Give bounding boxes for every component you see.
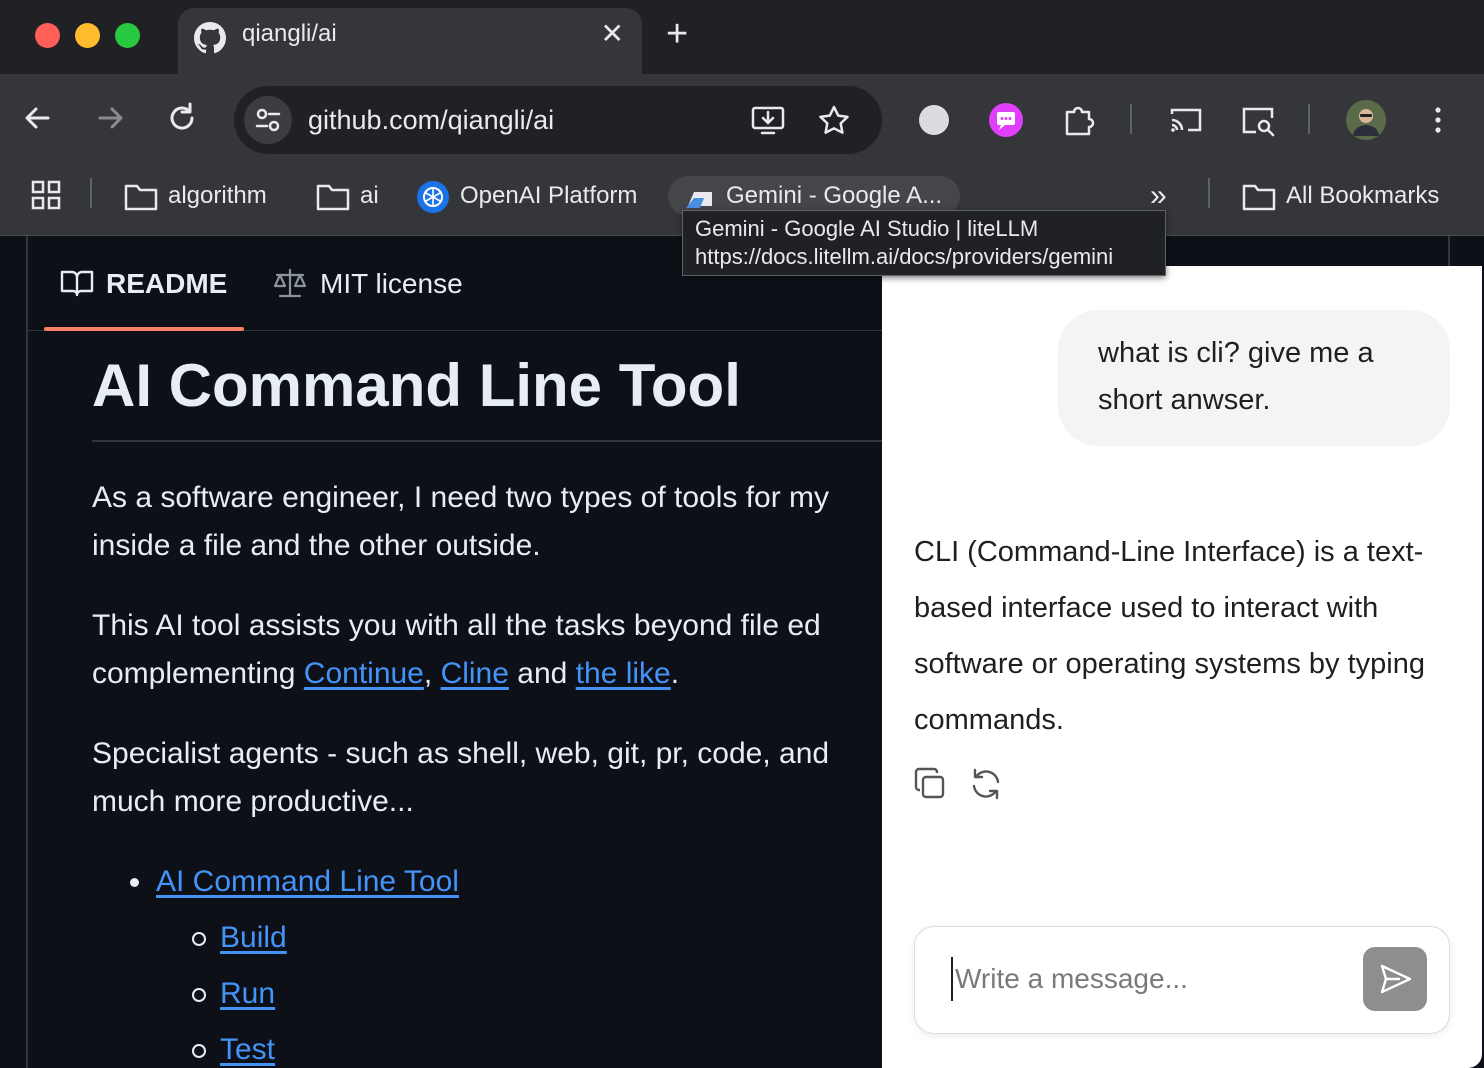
tab-qiangli-ai[interactable]: qiangli/ai ✕ <box>178 8 642 74</box>
user-message-bubble: what is cli? give me a short anwser. <box>1058 310 1450 446</box>
fullscreen-window-button[interactable] <box>115 23 140 48</box>
toc-link[interactable]: Test <box>220 1033 275 1066</box>
active-tab-underline <box>44 327 244 331</box>
bookmarks-divider <box>1208 178 1210 208</box>
bookmark-openai-platform[interactable]: OpenAI Platform <box>416 176 637 216</box>
tooltip-title: Gemini - Google AI Studio | liteLLM <box>695 216 1039 241</box>
message-input[interactable] <box>951 957 1351 1001</box>
bookmark-star-icon[interactable] <box>816 104 852 136</box>
folder-icon <box>1242 184 1276 210</box>
address-bar[interactable]: github.com/qiangli/ai <box>234 86 882 154</box>
back-arrow-icon[interactable] <box>16 96 60 140</box>
all-bookmarks-label: All Bookmarks <box>1286 182 1440 209</box>
link-the-like[interactable]: the like <box>576 657 671 690</box>
toc-link[interactable]: AI Command Line Tool <box>156 865 459 898</box>
more-menu-icon[interactable] <box>1420 102 1456 138</box>
copy-icon[interactable] <box>912 766 948 802</box>
assistant-message: CLI (Command-Line Interface) is a text-b… <box>914 536 1425 736</box>
openai-icon <box>417 180 449 213</box>
folder-icon <box>124 184 158 210</box>
chat-panel: what is cli? give me a short anwser. CLI… <box>882 266 1482 1068</box>
apps-grid-icon[interactable] <box>30 179 62 211</box>
litellm-icon <box>686 191 712 208</box>
url-text[interactable]: github.com/qiangli/ai <box>308 104 554 136</box>
bookmark-label: OpenAI Platform <box>460 182 638 209</box>
folder-icon <box>316 184 350 210</box>
link-continue[interactable]: Continue <box>304 657 424 690</box>
extensions-puzzle-icon[interactable] <box>1062 102 1098 138</box>
tooltip-url: https://docs.litellm.ai/docs/providers/g… <box>695 244 1114 269</box>
readme-heading: AI Command Line Tool <box>92 346 892 442</box>
bookmarks-divider <box>90 178 92 208</box>
message-composer <box>914 926 1450 1034</box>
title-bar: qiangli/ai ✕ + <box>0 0 1484 74</box>
github-icon <box>194 22 226 54</box>
bookmark-tooltip: Gemini - Google AI Studio | liteLLM http… <box>682 210 1166 276</box>
bookmark-label: algorithm <box>168 182 267 209</box>
tab-title: qiangli/ai <box>242 20 337 47</box>
avatar[interactable] <box>1346 100 1386 140</box>
install-app-icon[interactable] <box>750 104 786 136</box>
regenerate-icon[interactable] <box>968 766 1004 802</box>
bookmark-folder-ai[interactable]: ai <box>316 176 379 216</box>
cast-icon[interactable] <box>1168 102 1204 138</box>
bookmark-label: ai <box>360 182 379 209</box>
bookmark-folder-algorithm[interactable]: algorithm <box>124 176 267 216</box>
tune-icon <box>255 108 281 132</box>
link-cline[interactable]: Cline <box>441 657 509 690</box>
profile-circle-icon[interactable] <box>916 102 952 138</box>
forward-arrow-icon[interactable] <box>88 96 132 140</box>
tab-label: MIT license <box>320 268 463 299</box>
all-bookmarks-button[interactable]: All Bookmarks <box>1242 176 1439 216</box>
bookmark-label: Gemini - Google A... <box>726 182 943 209</box>
browser-toolbar: github.com/qiangli/ai <box>0 74 1484 162</box>
site-info-button[interactable] <box>244 96 292 144</box>
send-icon <box>1380 964 1412 994</box>
chat-extension-icon[interactable] <box>988 102 1024 138</box>
search-tab-icon[interactable] <box>1240 102 1276 138</box>
book-icon <box>60 270 94 296</box>
tab-close-button[interactable]: ✕ <box>601 18 624 50</box>
reload-icon[interactable] <box>160 96 204 140</box>
tab-license[interactable]: MIT license <box>272 266 463 302</box>
toolbar-divider <box>1308 104 1310 134</box>
tab-label: README <box>106 268 228 299</box>
toc-link[interactable]: Build <box>220 921 287 954</box>
toc-link[interactable]: Run <box>220 977 275 1010</box>
minimize-window-button[interactable] <box>75 23 100 48</box>
new-tab-button[interactable]: + <box>666 14 688 54</box>
close-window-button[interactable] <box>35 23 60 48</box>
toolbar-divider <box>1130 104 1132 134</box>
scale-icon <box>273 268 307 297</box>
send-button[interactable] <box>1363 947 1427 1011</box>
tab-readme[interactable]: README <box>60 266 227 302</box>
